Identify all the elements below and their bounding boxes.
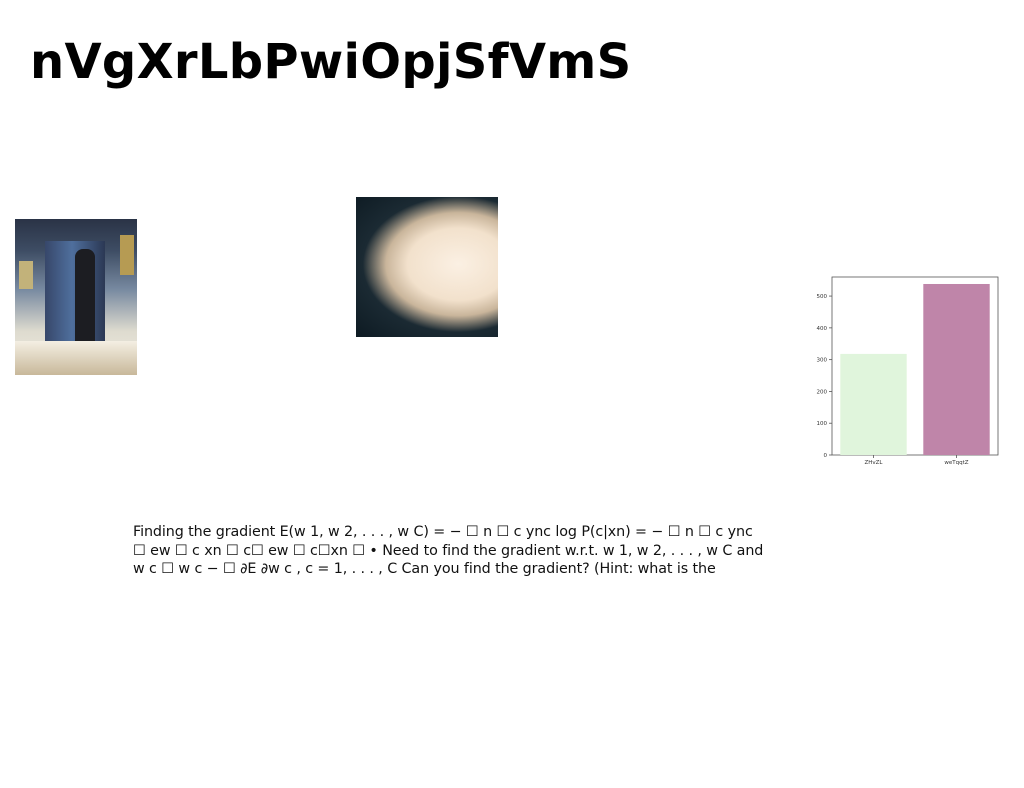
platform-floor bbox=[15, 341, 137, 375]
y-tick-label: 500 bbox=[817, 294, 828, 300]
subway-photo bbox=[15, 219, 137, 375]
abstract-photo bbox=[356, 197, 498, 337]
y-tick-label: 0 bbox=[824, 453, 828, 459]
page-title: nVgXrLbPwiOpjSfVmS bbox=[30, 34, 632, 90]
x-tick-label: ZHvZL bbox=[865, 460, 884, 466]
bar bbox=[923, 283, 990, 455]
person-silhouette bbox=[75, 249, 95, 349]
y-tick-label: 300 bbox=[817, 358, 828, 364]
body-line: ☐ ew ☐ c xn ☐ c☐ ew ☐ c☐xn ☐ • Need to f… bbox=[133, 542, 764, 559]
y-tick-label: 100 bbox=[817, 421, 828, 427]
x-tick-label: weTqqtZ bbox=[944, 460, 968, 466]
y-tick-label: 200 bbox=[817, 389, 828, 395]
bar-chart-svg: 0 100 200 300 400 500 ZHvZL weTqqtZ bbox=[817, 276, 999, 466]
station-sign bbox=[19, 261, 33, 289]
body-text: Finding the gradient E(w 1, w 2, . . . ,… bbox=[133, 523, 764, 579]
bar bbox=[840, 353, 907, 455]
bar-chart: 0 100 200 300 400 500 ZHvZL weTqqtZ bbox=[812, 272, 1004, 472]
body-line: Finding the gradient E(w 1, w 2, . . . ,… bbox=[133, 524, 753, 540]
body-line: w c ☐ w c − ☐ ∂E ∂w c , c = 1, . . . , C… bbox=[133, 561, 716, 577]
train-window bbox=[120, 235, 134, 275]
y-tick-label: 400 bbox=[817, 326, 828, 332]
